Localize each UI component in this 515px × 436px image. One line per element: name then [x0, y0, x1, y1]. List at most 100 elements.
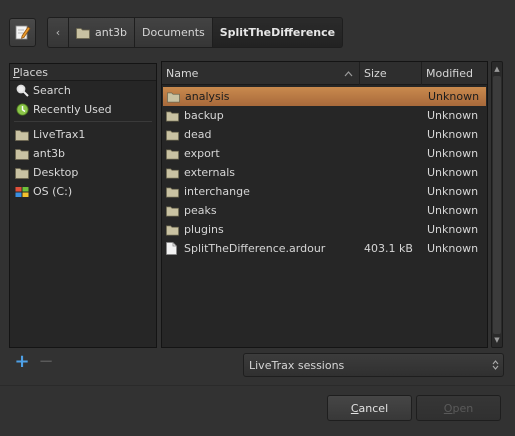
row-name-cell: export: [162, 147, 360, 160]
column-header-label: Size: [364, 67, 387, 80]
remove-bookmark-button[interactable]: −: [38, 353, 54, 371]
file-modified: Unknown: [427, 242, 479, 255]
sidebar-item-label: Recently Used: [33, 103, 112, 116]
crumb-label: SplitTheDifference: [219, 26, 336, 39]
row-name-cell: interchange: [162, 185, 360, 198]
file-modified: Unknown: [428, 90, 480, 103]
file-name: analysis: [185, 90, 230, 103]
column-header-name[interactable]: Name: [162, 62, 360, 85]
sidebar-item-livetrax1[interactable]: LiveTrax1: [10, 125, 156, 144]
row-name-cell: plugins: [162, 223, 360, 236]
sidebar-item-label: Desktop: [33, 166, 79, 179]
path-bar: ‹ ant3b Documents SplitTheDifference: [47, 17, 344, 48]
cancel-button[interactable]: Cancel: [327, 395, 412, 421]
scroll-down-icon[interactable]: ▼: [492, 334, 502, 346]
places-header[interactable]: Places: [10, 64, 156, 81]
crumb-ant3b[interactable]: ant3b: [69, 17, 136, 48]
file-rows: analysis Unknown backup Unknown dead Unk…: [162, 85, 487, 258]
file-modified: Unknown: [427, 204, 479, 217]
document-icon: [166, 242, 179, 255]
sidebar-item-ant3b[interactable]: ant3b: [10, 144, 156, 163]
folder-icon: [166, 224, 179, 236]
folder-icon: [166, 110, 179, 122]
crumb-label: ant3b: [95, 26, 128, 39]
sidebar-item-desktop[interactable]: Desktop: [10, 163, 156, 182]
footer-divider: [0, 385, 515, 386]
column-header-size[interactable]: Size: [360, 62, 422, 85]
file-filter-select[interactable]: LiveTrax sessions: [243, 353, 504, 377]
sidebar-item-os-c[interactable]: OS (C:): [10, 182, 156, 201]
folder-icon: [166, 148, 179, 160]
open-mnemonic: O: [443, 401, 453, 415]
places-separator: [14, 121, 152, 122]
row-name-cell: dead: [162, 128, 360, 141]
sidebar-item-label: ant3b: [33, 147, 66, 160]
edit-location-button[interactable]: [9, 18, 36, 47]
path-scroll-left-button[interactable]: ‹: [47, 17, 69, 48]
folder-icon: [15, 128, 29, 141]
places-header-mnemonic: P: [13, 66, 20, 79]
folder-icon: [15, 166, 29, 179]
folder-icon: [166, 205, 179, 217]
folder-icon: [166, 129, 179, 141]
row-name-cell: SplitTheDifference.ardour: [162, 242, 360, 255]
folder-icon: [166, 186, 179, 198]
file-name: interchange: [184, 185, 250, 198]
file-name: export: [184, 147, 220, 160]
file-name: backup: [184, 109, 224, 122]
row-name-cell: peaks: [162, 204, 360, 217]
sort-ascending-icon: [344, 70, 353, 76]
drive-icon: [15, 185, 29, 198]
column-header-label: Modified: [426, 67, 473, 80]
table-row[interactable]: interchange Unknown: [162, 182, 487, 201]
sidebar-item-search[interactable]: Search: [10, 81, 156, 100]
file-name: SplitTheDifference.ardour: [184, 242, 326, 255]
table-row[interactable]: externals Unknown: [162, 163, 487, 182]
row-name-cell: externals: [162, 166, 360, 179]
add-bookmark-button[interactable]: +: [14, 353, 30, 371]
table-row[interactable]: analysis Unknown: [163, 87, 486, 106]
file-list-header: Name Size Modified: [162, 62, 487, 85]
search-icon: [15, 84, 29, 97]
file-modified: Unknown: [427, 147, 479, 160]
table-row[interactable]: SplitTheDifference.ardour 403.1 kB Unkno…: [162, 239, 487, 258]
column-header-modified[interactable]: Modified: [422, 62, 487, 85]
chevron-left-icon: ‹: [55, 26, 61, 39]
table-row[interactable]: peaks Unknown: [162, 201, 487, 220]
table-row[interactable]: backup Unknown: [162, 106, 487, 125]
file-modified: Unknown: [427, 185, 479, 198]
file-modified: Unknown: [427, 223, 479, 236]
pencil-paper-icon: [15, 25, 30, 40]
open-label: pen: [452, 401, 474, 415]
file-list-scrollbar[interactable]: ▲ ▼: [491, 61, 503, 348]
file-filter-value: LiveTrax sessions: [249, 358, 345, 372]
recent-icon: [15, 103, 29, 116]
crumb-splitthedifference[interactable]: SplitTheDifference: [212, 17, 344, 48]
folder-icon: [167, 91, 180, 103]
column-header-label: Name: [166, 67, 199, 80]
cancel-mnemonic: C: [350, 401, 359, 415]
table-row[interactable]: export Unknown: [162, 144, 487, 163]
sidebar-item-label: Search: [33, 84, 71, 97]
scrollbar-thumb[interactable]: [493, 76, 501, 334]
crumb-documents[interactable]: Documents: [135, 17, 213, 48]
scroll-up-icon[interactable]: ▲: [492, 63, 502, 75]
table-row[interactable]: dead Unknown: [162, 125, 487, 144]
file-name: plugins: [184, 223, 224, 236]
cancel-label: ancel: [358, 401, 389, 415]
table-row[interactable]: plugins Unknown: [162, 220, 487, 239]
updown-arrows-icon: [492, 360, 499, 370]
row-name-cell: backup: [162, 109, 360, 122]
file-modified: Unknown: [427, 109, 479, 122]
file-name: dead: [184, 128, 212, 141]
sidebar-item-recently-used[interactable]: Recently Used: [10, 100, 156, 119]
folder-icon: [166, 167, 179, 179]
file-name: externals: [184, 166, 235, 179]
file-modified: Unknown: [427, 166, 479, 179]
file-modified: Unknown: [427, 128, 479, 141]
file-size: 403.1 kB: [364, 242, 413, 255]
folder-icon: [15, 147, 29, 160]
places-sidebar: Places Search Recently Used LiveTrax1 an…: [9, 63, 157, 348]
crumb-label: Documents: [142, 26, 205, 39]
open-button[interactable]: Open: [416, 395, 501, 421]
